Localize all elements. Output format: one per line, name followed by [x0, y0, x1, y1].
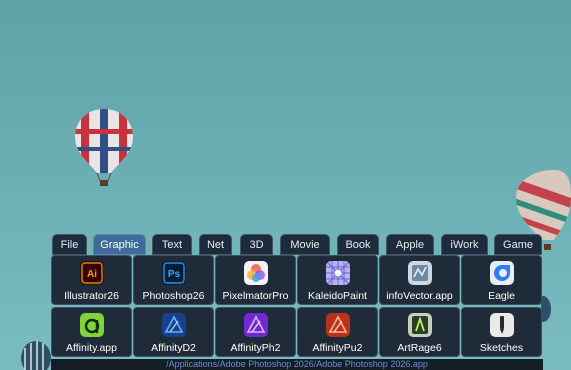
hot-air-balloon-large	[75, 109, 133, 186]
affinity-publisher-icon	[325, 313, 350, 337]
selected-app-path: /Applications/Adobe Photoshop 2026/Adobe…	[51, 359, 543, 370]
kaleidopaint-icon	[325, 261, 350, 285]
tab-net[interactable]: Net	[199, 234, 232, 255]
app-label: AffinityPu2	[312, 342, 363, 354]
affinity-designer-icon	[161, 313, 186, 337]
sketches-icon	[489, 313, 514, 337]
pixelmator-icon	[243, 261, 268, 285]
tab-book[interactable]: Book	[337, 234, 379, 255]
app-affinity[interactable]: Affinity.app	[51, 307, 132, 357]
tab-apple[interactable]: Apple	[386, 234, 434, 255]
app-label: Illustrator26	[64, 290, 119, 302]
tab-movie[interactable]: Movie	[280, 234, 330, 255]
eagle-icon	[489, 261, 514, 285]
app-label: ArtRage6	[397, 342, 442, 354]
svg-text:Ps: Ps	[167, 269, 180, 280]
affinity-icon	[79, 313, 104, 337]
app-label: infoVector.app	[386, 290, 453, 302]
hot-air-balloon-bottom-left	[21, 341, 51, 370]
infovector-icon	[407, 261, 432, 285]
tab-graphic[interactable]: Graphic	[93, 234, 146, 255]
app-artrage6[interactable]: ArtRage6	[379, 307, 460, 357]
tab-iwork[interactable]: iWork	[441, 234, 488, 255]
photoshop-icon: Ps	[161, 261, 186, 285]
tab-3d[interactable]: 3D	[240, 234, 273, 255]
app-affinityd2[interactable]: AffinityD2	[133, 307, 214, 357]
illustrator-icon: Ai	[79, 261, 104, 285]
app-label: PixelmatorPro	[222, 290, 289, 302]
app-kaleidopaint[interactable]: KaleidoPaint	[297, 255, 378, 305]
app-label: KaleidoPaint	[308, 290, 367, 302]
app-label: Sketches	[479, 342, 524, 354]
tab-text[interactable]: Text	[152, 234, 192, 255]
app-pixelmatorpro[interactable]: PixelmatorPro	[215, 255, 296, 305]
app-photoshop26[interactable]: Ps Photoshop26	[133, 255, 214, 305]
app-label: AffinityPh2	[230, 342, 281, 354]
app-sketches[interactable]: Sketches	[461, 307, 542, 357]
app-affinitypu2[interactable]: AffinityPu2	[297, 307, 378, 357]
app-illustrator26[interactable]: Ai Illustrator26	[51, 255, 132, 305]
app-label: Photoshop26	[142, 290, 205, 302]
app-eagle[interactable]: Eagle	[461, 255, 542, 305]
app-label: Affinity.app	[66, 342, 117, 354]
app-launcher-panel: File Graphic Text Net 3D Movie Book Appl…	[51, 234, 543, 370]
affinity-photo-icon	[243, 313, 268, 337]
app-affinityph2[interactable]: AffinityPh2	[215, 307, 296, 357]
svg-text:Ai: Ai	[87, 269, 97, 280]
tab-game[interactable]: Game	[494, 234, 542, 255]
tab-file[interactable]: File	[52, 234, 87, 255]
artrage-icon	[407, 313, 432, 337]
category-tabs: File Graphic Text Net 3D Movie Book Appl…	[51, 234, 543, 256]
app-infovector[interactable]: infoVector.app	[379, 255, 460, 305]
app-grid: Ai Illustrator26 Ps Photoshop26 Pixelmat…	[51, 255, 543, 358]
app-label: AffinityD2	[151, 342, 196, 354]
app-label: Eagle	[488, 290, 515, 302]
